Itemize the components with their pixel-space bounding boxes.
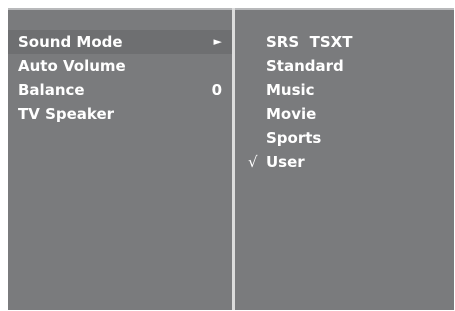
option-label: SRS TSXT (266, 33, 353, 51)
sound-mode-submenu: SRS TSXT Standard Music Movie Sports √ U… (248, 30, 448, 174)
menu-item-label: Sound Mode (18, 33, 123, 51)
menu-item-label: Balance (18, 81, 85, 99)
menu-divider (232, 8, 235, 310)
option-user[interactable]: √ User (248, 150, 448, 174)
menu-item-label: Auto Volume (18, 57, 126, 75)
option-label: Movie (266, 105, 317, 123)
option-movie[interactable]: Movie (248, 102, 448, 126)
balance-value: 0 (211, 81, 222, 99)
submenu-arrow-icon: ► (213, 35, 222, 48)
check-icon: √ (248, 153, 258, 171)
option-sports[interactable]: Sports (248, 126, 448, 150)
option-srs-tsxt[interactable]: SRS TSXT (248, 30, 448, 54)
menu-item-auto-volume[interactable]: Auto Volume (8, 54, 232, 78)
menu-item-sound-mode[interactable]: Sound Mode ► (8, 30, 232, 54)
option-standard[interactable]: Standard (248, 54, 448, 78)
option-label: Standard (266, 57, 344, 75)
menu-item-balance[interactable]: Balance 0 (8, 78, 232, 102)
main-menu: Sound Mode ► Auto Volume Balance 0 TV Sp… (8, 30, 232, 126)
option-label: Music (266, 81, 315, 99)
option-label: Sports (266, 129, 322, 147)
option-label: User (266, 153, 305, 171)
menu-item-label: TV Speaker (18, 105, 115, 123)
menu-item-tv-speaker[interactable]: TV Speaker (8, 102, 232, 126)
tv-osd-screen: Sound Mode ► Auto Volume Balance 0 TV Sp… (8, 8, 454, 310)
option-music[interactable]: Music (248, 78, 448, 102)
